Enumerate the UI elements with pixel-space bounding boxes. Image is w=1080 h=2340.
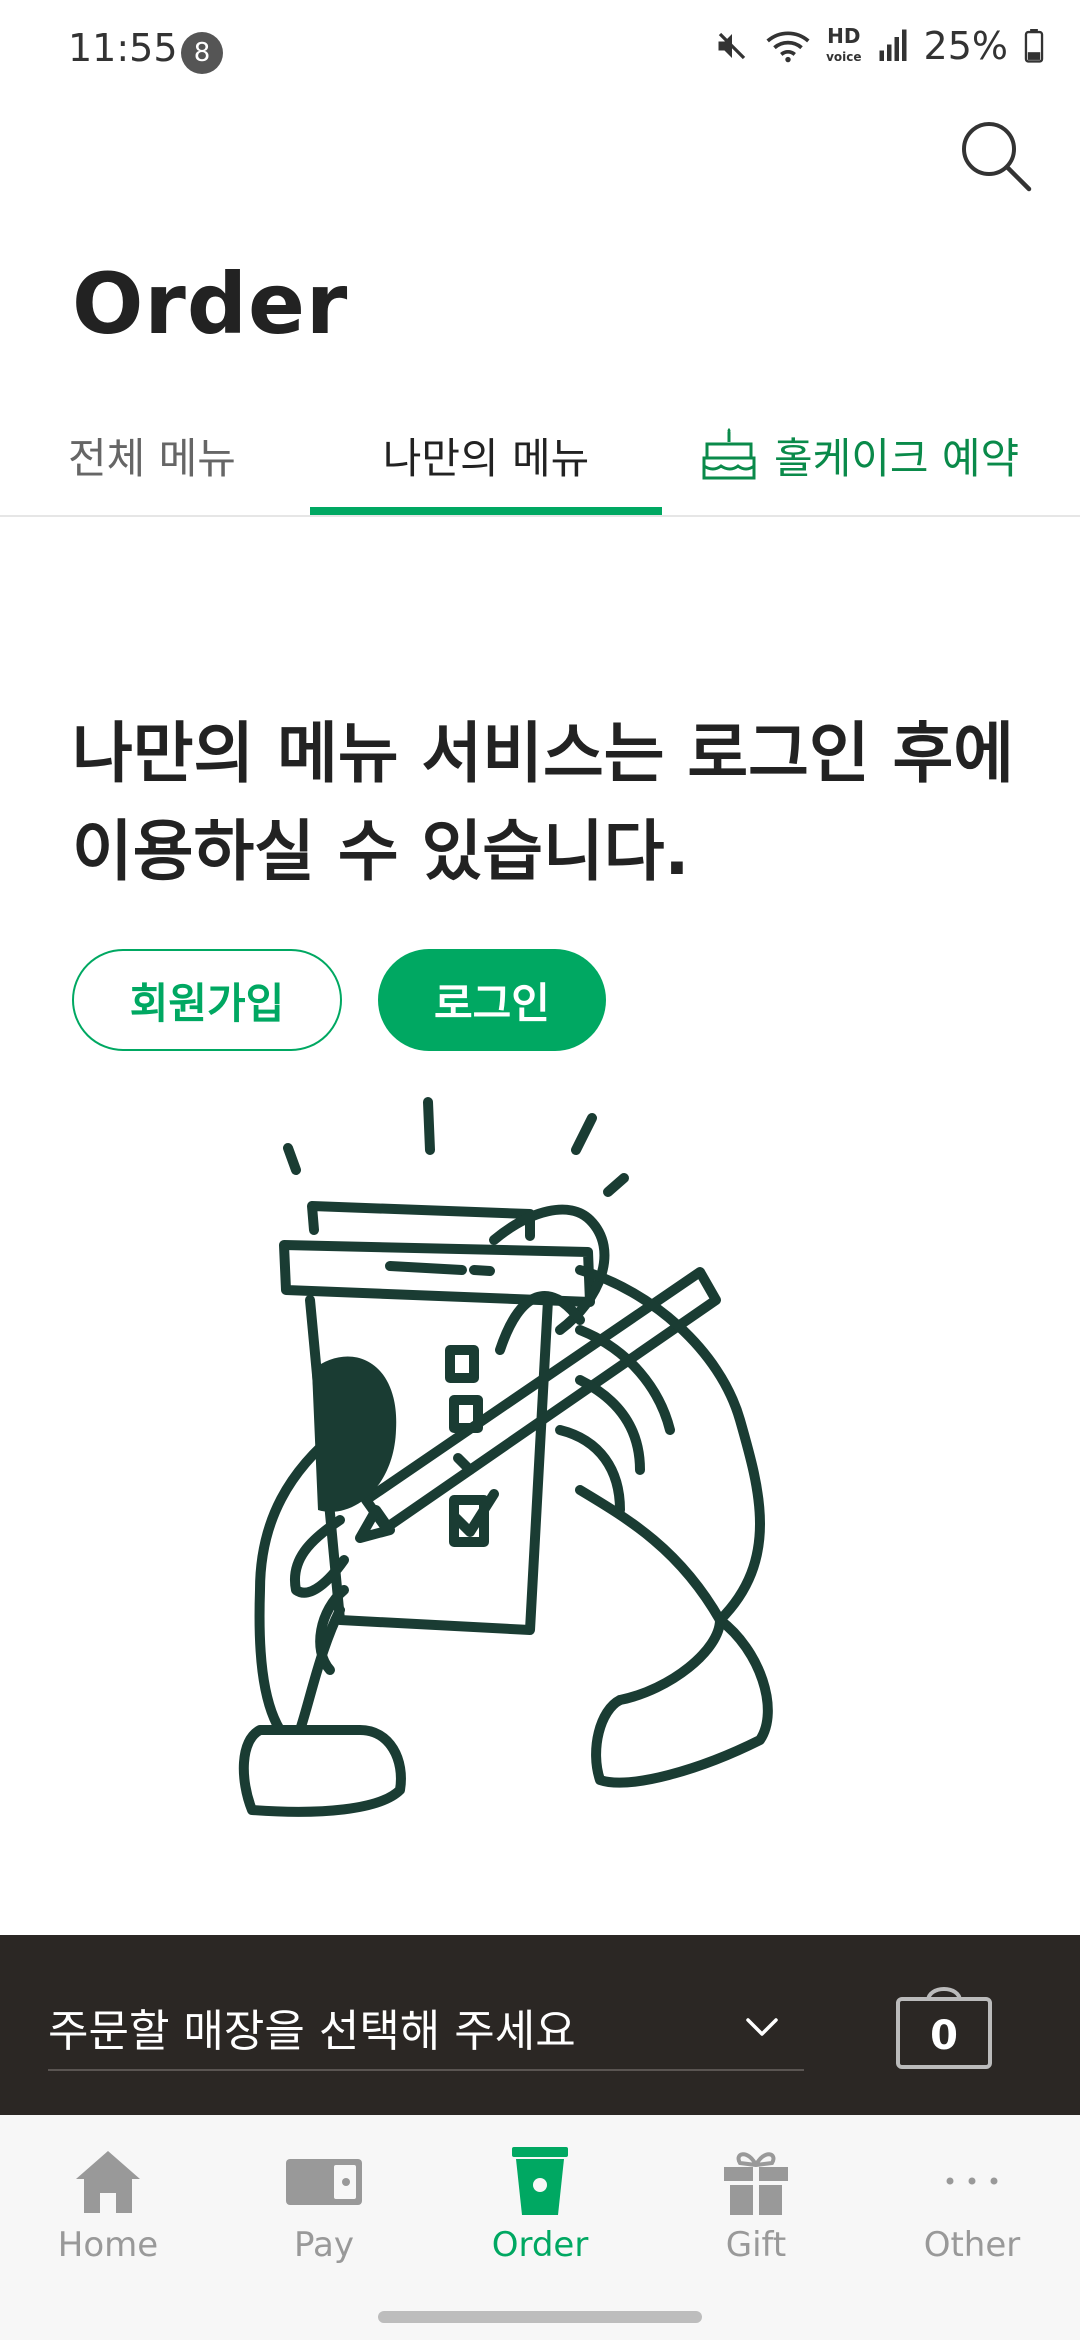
signal-icon	[879, 29, 907, 61]
nav-label: Pay	[294, 2225, 354, 2265]
nav-pay[interactable]: Pay	[244, 2145, 404, 2265]
sign-up-button[interactable]: 회원가입	[72, 949, 342, 1051]
more-dots-icon	[946, 2177, 998, 2185]
nav-home[interactable]: Home	[28, 2145, 188, 2265]
tab-label: 홀케이크 예약	[774, 433, 1020, 483]
search-button[interactable]	[955, 115, 1035, 195]
status-time: 11:55	[68, 26, 178, 70]
store-select-dropdown[interactable]: 주문할 매장을 선택해 주세요	[48, 1987, 804, 2071]
hd-label: HD	[827, 23, 861, 48]
mute-icon	[718, 32, 746, 60]
tab-label: 나만의 메뉴	[382, 433, 590, 483]
coffee-cup-icon	[512, 2147, 568, 2215]
gift-icon	[724, 2152, 788, 2215]
nav-gift[interactable]: Gift	[676, 2145, 836, 2265]
card-icon	[286, 2159, 362, 2205]
chevron-down-icon	[746, 2018, 778, 2036]
tab-whole-cake-reservation[interactable]: 홀케이크 예약	[700, 415, 1019, 495]
status-icons: HD voice 25%	[714, 24, 1044, 68]
store-select-bar: 주문할 매장을 선택해 주세요 0	[0, 1935, 1080, 2115]
tab-my-menu[interactable]: 나만의 메뉴	[310, 415, 662, 495]
page-title: Order	[72, 255, 349, 353]
nav-label: Gift	[725, 2225, 787, 2265]
nav-order[interactable]: Order	[460, 2145, 620, 2265]
battery-icon	[1024, 29, 1044, 63]
cart-button[interactable]: 0	[894, 1975, 994, 2075]
status-bar: 11:55 8 HD voice 25%	[0, 0, 1080, 100]
tab-label: 전체 메뉴	[68, 433, 236, 483]
bottom-navigation: Home Pay Order Gift Other	[0, 2115, 1080, 2340]
login-required-message: 나만의 메뉴 서비스는 로그인 후에 이용하실 수 있습니다.	[72, 705, 1032, 901]
cart-count: 0	[930, 2013, 958, 2059]
home-indicator	[378, 2311, 702, 2323]
order-tabs: 전체 메뉴 나만의 메뉴 홀케이크 예약	[0, 395, 1080, 517]
battery-percent: 25%	[923, 24, 1008, 68]
notification-count-badge: 8	[181, 32, 223, 74]
search-icon	[962, 122, 1032, 192]
coffee-cup-checklist-illustration	[238, 1097, 773, 1817]
wifi-icon	[766, 31, 810, 63]
nav-other[interactable]: Other	[892, 2145, 1052, 2265]
message-line-1: 나만의 메뉴 서비스는 로그인 후에	[72, 715, 1014, 792]
login-button[interactable]: 로그인	[378, 949, 606, 1051]
nav-label: Order	[491, 2225, 589, 2265]
hd-voice-icon: HD voice	[826, 23, 862, 64]
tab-all-menu[interactable]: 전체 메뉴	[68, 415, 236, 495]
nav-label: Other	[923, 2225, 1021, 2265]
nav-label: Home	[57, 2225, 159, 2265]
active-tab-indicator	[310, 507, 662, 515]
store-select-label: 주문할 매장을 선택해 주세요	[48, 2006, 576, 2057]
message-line-2: 이용하실 수 있습니다.	[72, 813, 690, 890]
home-icon	[76, 2151, 140, 2213]
cake-icon	[702, 428, 756, 480]
